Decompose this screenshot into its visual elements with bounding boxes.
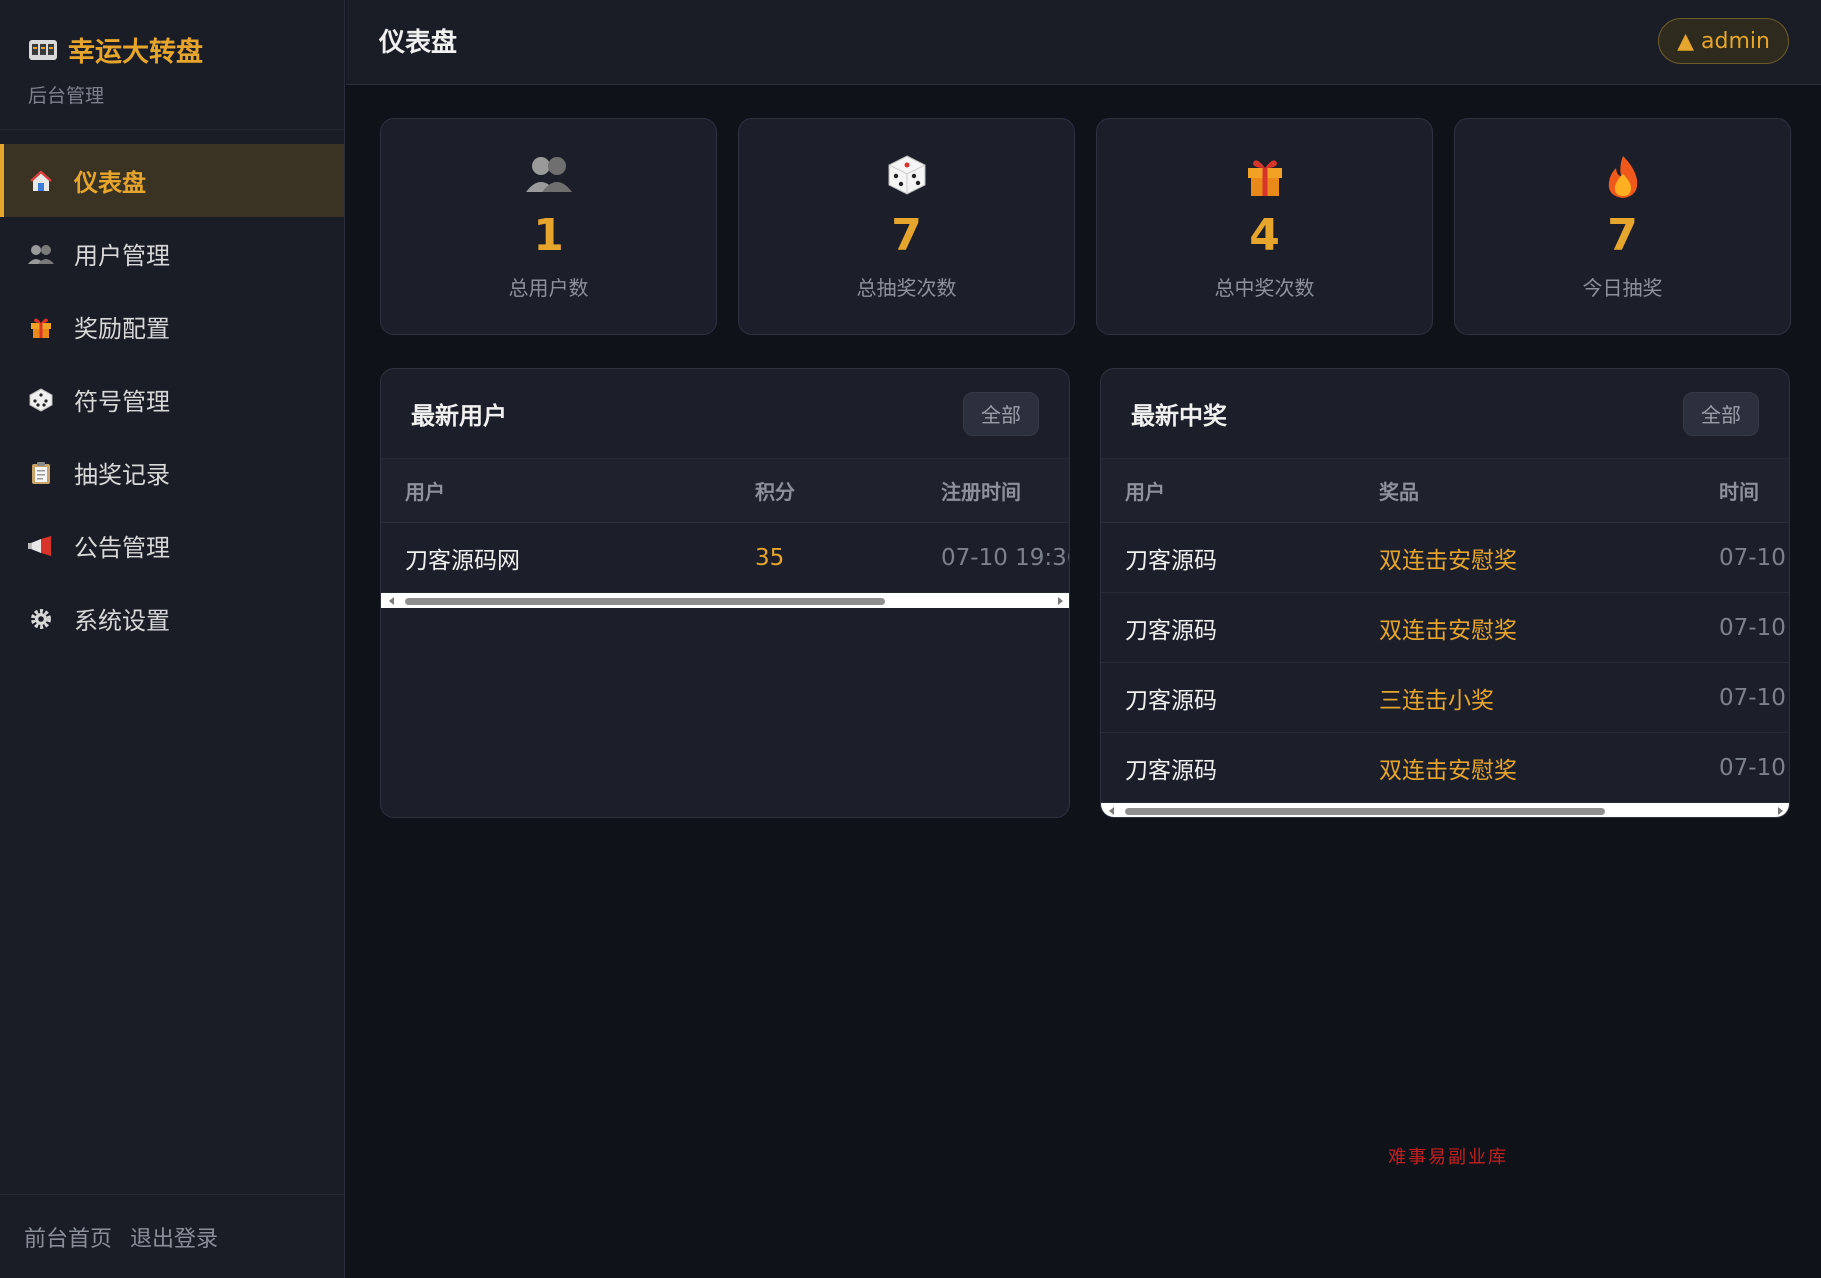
user-points: 35 [755, 544, 785, 571]
top-bar: 仪表盘 ▲ admin [346, 0, 1821, 85]
table-header: 用户 积分 注册时间 [381, 459, 1069, 523]
table-row: 刀客源码网 35 07-10 19:36 [381, 523, 1069, 593]
prize-name: 双连击安慰奖 [1379, 757, 1517, 784]
view-all-wins-button[interactable]: 全部 [1683, 391, 1759, 436]
sidebar-item-users[interactable]: 用户管理 [0, 217, 344, 290]
scroll-right-icon[interactable] [1778, 807, 1783, 815]
sidebar-item-announcements[interactable]: 公告管理 [0, 509, 344, 582]
table-row: 刀客源码 双连击安慰奖 07-10 [1101, 593, 1789, 663]
sidebar-item-symbols[interactable]: 符号管理 [0, 363, 344, 436]
sidebar-item-label: 系统设置 [74, 607, 170, 635]
prize-name: 双连击安慰奖 [1379, 547, 1517, 574]
scroll-right-icon[interactable] [1058, 597, 1063, 605]
gear-icon [28, 606, 54, 632]
users-icon [381, 154, 716, 200]
sidebar-item-settings[interactable]: 系统设置 [0, 582, 344, 655]
users-icon [28, 241, 54, 267]
panel-title: 最新中奖 [1131, 402, 1227, 430]
win-time: 07-10 [1719, 754, 1786, 781]
panel-header: 最新用户 全部 [381, 369, 1069, 459]
scroll-left-icon[interactable] [389, 597, 394, 605]
win-time: 07-10 [1719, 544, 1786, 571]
horizontal-scrollbar[interactable] [1101, 803, 1789, 817]
latest-wins-panel: 最新中奖 全部 用户 奖品 时间 刀客源码 双连击安慰奖 07-10 刀客源码 … [1100, 368, 1790, 818]
megaphone-icon [28, 533, 54, 559]
sidebar-item-label: 公告管理 [74, 534, 170, 562]
column-header: 奖品 [1379, 480, 1419, 504]
user-name: 刀客源码网 [405, 547, 520, 574]
table-row: 刀客源码 三连击小奖 07-10 [1101, 663, 1789, 733]
sidebar-footer: 前台首页 退出登录 [0, 1194, 344, 1278]
dice-icon [28, 387, 54, 413]
gift-icon [28, 314, 54, 340]
register-time: 07-10 19:36 [941, 544, 1070, 571]
win-time: 07-10 [1719, 614, 1786, 641]
table-row: 刀客源码 双连击安慰奖 07-10 [1101, 733, 1789, 803]
table-row: 刀客源码 双连击安慰奖 07-10 [1101, 523, 1789, 593]
sidebar: 幸运大转盘 后台管理 仪表盘 用户管理 奖励配置 符号管理 抽奖记录 公告管理 … [0, 0, 345, 1278]
sidebar-item-label: 用户管理 [74, 242, 170, 270]
frontend-home-link[interactable]: 前台首页 [24, 1221, 112, 1253]
column-header: 时间 [1719, 480, 1759, 504]
home-icon [28, 168, 54, 194]
fire-icon [1455, 154, 1790, 200]
table-header: 用户 奖品 时间 [1101, 459, 1789, 523]
column-header: 用户 [1125, 480, 1165, 504]
sidebar-item-rewards[interactable]: 奖励配置 [0, 290, 344, 363]
sidebar-nav: 仪表盘 用户管理 奖励配置 符号管理 抽奖记录 公告管理 系统设置 [0, 144, 344, 655]
stat-value: 7 [1607, 210, 1638, 261]
user-name: 刀客源码 [1125, 617, 1217, 644]
panel-title: 最新用户 [411, 402, 507, 430]
scroll-left-icon[interactable] [1109, 807, 1114, 815]
column-header: 积分 [755, 480, 795, 504]
stat-card-today-draws: 7 今日抽奖 [1454, 118, 1791, 335]
stat-label: 总中奖次数 [1214, 276, 1315, 300]
scrollbar-thumb[interactable] [405, 598, 885, 605]
stat-card-total-users: 1 总用户数 [380, 118, 717, 335]
user-name: 刀客源码 [1125, 547, 1217, 574]
stat-label: 总用户数 [508, 276, 589, 300]
user-name: 刀客源码 [1125, 687, 1217, 714]
page-title: 仪表盘 [379, 28, 458, 58]
win-time: 07-10 [1719, 684, 1786, 711]
dice-icon [739, 154, 1074, 200]
sidebar-item-records[interactable]: 抽奖记录 [0, 436, 344, 509]
column-header: 用户 [405, 480, 445, 504]
sidebar-item-label: 仪表盘 [74, 169, 146, 197]
stat-value: 7 [891, 210, 922, 261]
horizontal-scrollbar[interactable] [381, 593, 1069, 608]
stat-value: 4 [1249, 210, 1280, 261]
slot-machine-icon [28, 37, 58, 63]
sidebar-item-dashboard[interactable]: 仪表盘 [0, 144, 344, 217]
latest-users-panel: 最新用户 全部 用户 积分 注册时间 刀客源码网 35 07-10 19:36 [380, 368, 1070, 818]
admin-user-badge[interactable]: ▲ admin [1658, 18, 1789, 64]
stat-label: 总抽奖次数 [856, 276, 957, 300]
prize-name: 双连击安慰奖 [1379, 617, 1517, 644]
column-header: 注册时间 [941, 480, 1021, 504]
stat-card-total-wins: 4 总中奖次数 [1096, 118, 1433, 335]
brand: 幸运大转盘 后台管理 [0, 0, 344, 130]
brand-title: 幸运大转盘 [68, 37, 203, 68]
gift-icon [1097, 154, 1432, 200]
user-name: 刀客源码 [1125, 757, 1217, 784]
panel-header: 最新中奖 全部 [1101, 369, 1789, 459]
sidebar-item-label: 抽奖记录 [74, 461, 170, 489]
prize-name: 三连击小奖 [1379, 687, 1494, 714]
sidebar-item-label: 符号管理 [74, 388, 170, 416]
watermark-text: 难事易副业库 [1388, 1147, 1508, 1168]
sidebar-item-label: 奖励配置 [74, 315, 170, 343]
logout-link[interactable]: 退出登录 [130, 1221, 218, 1253]
scrollbar-thumb[interactable] [1125, 808, 1605, 815]
view-all-users-button[interactable]: 全部 [963, 391, 1039, 436]
stat-card-total-draws: 7 总抽奖次数 [738, 118, 1075, 335]
clipboard-icon [28, 460, 54, 486]
stat-value: 1 [533, 210, 564, 261]
stat-label: 今日抽奖 [1582, 276, 1663, 300]
brand-subtitle: 后台管理 [28, 85, 105, 107]
